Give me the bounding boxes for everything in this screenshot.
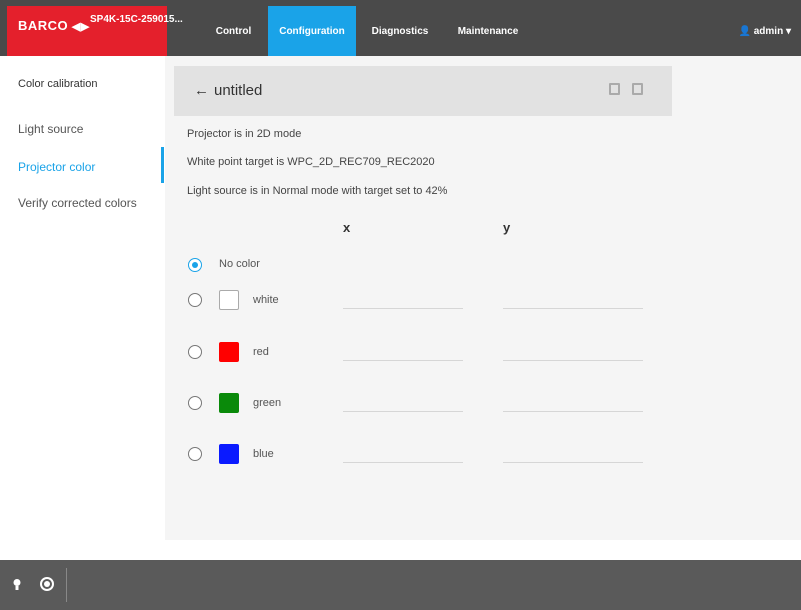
radio-red[interactable] xyxy=(188,345,202,359)
tab-control[interactable]: Control xyxy=(203,6,264,56)
save-icon[interactable] xyxy=(609,83,620,95)
green-y-field[interactable] xyxy=(503,411,643,412)
blue-x-field[interactable] xyxy=(343,462,463,463)
column-y-header: y xyxy=(503,220,511,235)
sidebar-title: Color calibration xyxy=(18,78,98,90)
option-label-white: white xyxy=(253,294,279,306)
top-bar: BARCO ◀▶ SP4K-15C-259015... Control Conf… xyxy=(0,0,801,56)
main-panel: ← untitled Projector is in 2D mode White… xyxy=(165,56,801,540)
white-swatch xyxy=(219,290,239,310)
white-y-field[interactable] xyxy=(503,308,643,309)
tab-configuration[interactable]: Configuration xyxy=(268,6,356,56)
device-name: SP4K-15C-259015... xyxy=(90,14,183,25)
option-label-red: red xyxy=(253,346,269,358)
user-icon: 👤 xyxy=(738,26,751,37)
sidebar: Color calibration Light source Projector… xyxy=(7,56,165,540)
user-name: admin xyxy=(753,26,784,37)
info-light-source: Light source is in Normal mode with targ… xyxy=(187,185,448,197)
page-title: untitled xyxy=(214,82,263,99)
status-footer xyxy=(0,560,801,610)
tab-maintenance[interactable]: Maintenance xyxy=(446,6,530,56)
option-label-no-color: No color xyxy=(219,258,260,270)
tab-diagnostics[interactable]: Diagnostics xyxy=(360,6,440,56)
red-y-field[interactable] xyxy=(503,360,643,361)
radio-blue[interactable] xyxy=(188,447,202,461)
user-menu[interactable]: 👤 admin ▾ xyxy=(739,26,792,37)
option-label-blue: blue xyxy=(253,448,274,460)
red-x-field[interactable] xyxy=(343,360,463,361)
back-arrow-icon[interactable]: ← xyxy=(194,82,209,99)
chevron-down-icon: ▾ xyxy=(785,26,791,37)
info-mode: Projector is in 2D mode xyxy=(187,128,302,140)
radio-white[interactable] xyxy=(188,293,202,307)
active-item-marker xyxy=(161,147,164,183)
radio-green[interactable] xyxy=(188,396,202,410)
page-header: ← untitled xyxy=(174,66,672,116)
sidebar-item-light-source[interactable]: Light source xyxy=(18,122,83,136)
sidebar-item-verify-corrected-colors[interactable]: Verify corrected colors xyxy=(18,196,137,210)
blue-swatch xyxy=(219,444,239,464)
green-swatch xyxy=(219,393,239,413)
light-bulb-icon[interactable] xyxy=(13,578,21,592)
sidebar-item-projector-color[interactable]: Projector color xyxy=(18,160,95,174)
red-swatch xyxy=(219,342,239,362)
footer-divider xyxy=(66,568,67,602)
white-x-field[interactable] xyxy=(343,308,463,309)
radio-no-color[interactable] xyxy=(188,258,202,272)
info-white-point: White point target is WPC_2D_REC709_REC2… xyxy=(187,156,435,168)
green-x-field[interactable] xyxy=(343,411,463,412)
barco-logo: BARCO ◀▶ xyxy=(18,18,90,33)
option-label-green: green xyxy=(253,397,282,409)
column-x-header: x xyxy=(343,220,351,235)
save-as-icon[interactable] xyxy=(632,83,643,95)
blue-y-field[interactable] xyxy=(503,462,643,463)
shutter-icon[interactable] xyxy=(40,577,54,591)
